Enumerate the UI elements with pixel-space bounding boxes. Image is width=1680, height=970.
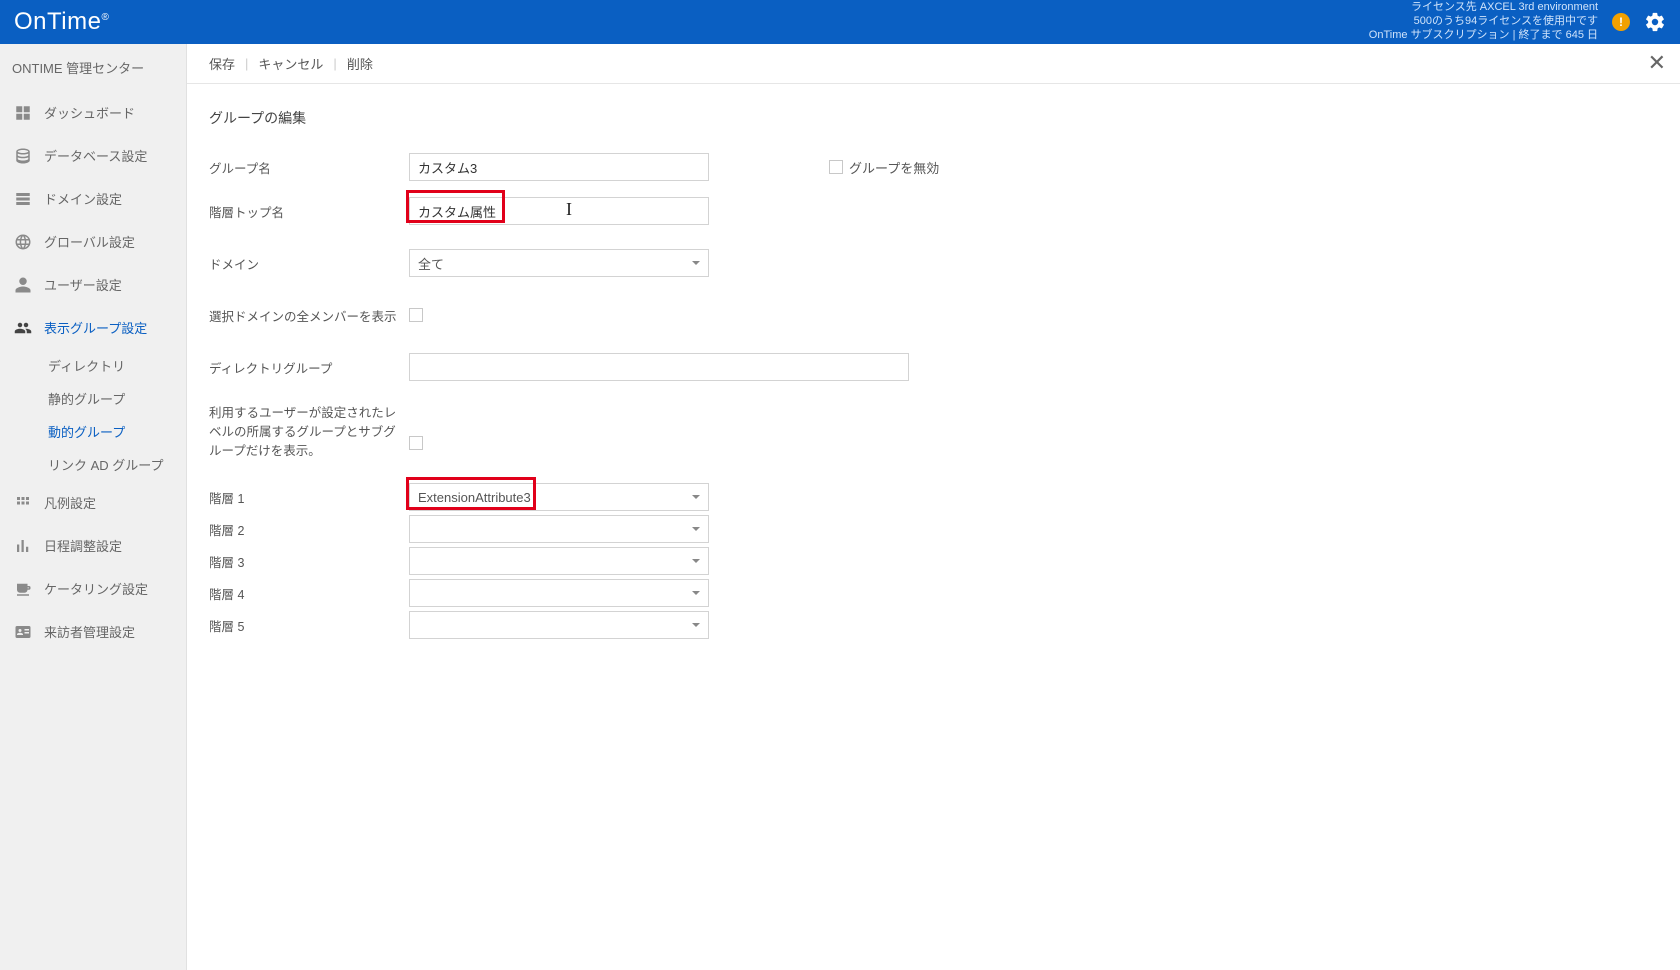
sidebar-item-label: 来訪者管理設定 <box>44 622 135 641</box>
label-domain: ドメイン <box>209 254 409 273</box>
sidebar-item-display-group[interactable]: 表示グループ設定 <box>0 306 186 349</box>
sidebar-item-label: ユーザー設定 <box>44 275 122 294</box>
license-info: ライセンス先 AXCEL 3rd environment 500のうち94ライセ… <box>1369 1 1598 42</box>
sidebar-item-label: ケータリング設定 <box>44 579 148 598</box>
label-show-all-members: 選択ドメインの全メンバーを表示 <box>209 306 409 325</box>
form-content: グループの編集 グループ名 グループを無効 階層トップ名 ドメイン 全て <box>187 84 1680 666</box>
sidebar-item-domain[interactable]: ドメイン設定 <box>0 177 186 220</box>
sidebar-item-label: 表示グループ設定 <box>44 318 147 337</box>
tier3-select[interactable] <box>409 547 709 575</box>
tier5-select[interactable] <box>409 611 709 639</box>
sidebar-item-user[interactable]: ユーザー設定 <box>0 263 186 306</box>
group-name-input[interactable] <box>409 153 709 181</box>
sidebar-item-visitor[interactable]: 来訪者管理設定 <box>0 610 186 653</box>
tier1-selected: ExtensionAttribute3 <box>418 490 531 505</box>
sidebar-item-label: グローバル設定 <box>44 232 135 251</box>
tier4-select[interactable] <box>409 579 709 607</box>
sidebar-item-catering[interactable]: ケータリング設定 <box>0 567 186 610</box>
sidebar-item-label: ドメイン設定 <box>44 189 122 208</box>
tier2-select[interactable] <box>409 515 709 543</box>
sidebar-item-legend[interactable]: 凡例設定 <box>0 481 186 524</box>
globe-icon <box>14 233 32 251</box>
sidebar-sub-dynamic-group[interactable]: 動的グループ <box>48 415 186 448</box>
level-restrict-checkbox[interactable] <box>409 436 423 450</box>
coffee-icon <box>14 580 32 598</box>
sidebar-sub-static-group[interactable]: 静的グループ <box>48 382 186 415</box>
sidebar-subitems: ディレクトリ 静的グループ 動的グループ リンク AD グループ <box>0 349 186 481</box>
sidebar-sub-link-ad-group[interactable]: リンク AD グループ <box>48 448 186 481</box>
main-panel: ✕ 保存 | キャンセル | 削除 グループの編集 グループ名 グループを無効 … <box>187 44 1680 970</box>
group-icon <box>14 319 32 337</box>
sidebar-sub-directory[interactable]: ディレクトリ <box>48 349 186 382</box>
label-level-note: 利用するユーザーが設定されたレベルの所属するグループとサブグループだけを表示。 <box>209 404 409 460</box>
label-directory-group: ディレクトリグループ <box>209 358 409 377</box>
badge-icon <box>14 623 32 641</box>
disable-group-checkbox[interactable] <box>829 160 843 174</box>
server-icon <box>14 190 32 208</box>
label-disable-group: グループを無効 <box>849 158 939 177</box>
database-icon <box>14 147 32 165</box>
sidebar-item-label: ダッシュボード <box>44 103 135 122</box>
save-button[interactable]: 保存 <box>209 54 235 73</box>
chart-icon <box>14 537 32 555</box>
sidebar-item-database[interactable]: データベース設定 <box>0 134 186 177</box>
delete-button[interactable]: 削除 <box>347 54 373 73</box>
sidebar-item-schedule[interactable]: 日程調整設定 <box>0 524 186 567</box>
domain-selected: 全て <box>418 254 444 273</box>
label-group-name: グループ名 <box>209 158 409 177</box>
user-icon <box>14 276 32 294</box>
warning-badge-icon[interactable]: ! <box>1612 13 1630 31</box>
gear-icon[interactable] <box>1644 11 1666 33</box>
label-tier4: 階層 4 <box>209 584 409 603</box>
label-tier3: 階層 3 <box>209 552 409 571</box>
license-line3: OnTime サブスクリプション | 終了まで 645 日 <box>1369 29 1598 43</box>
top-name-input[interactable] <box>409 197 709 225</box>
show-all-members-checkbox[interactable] <box>409 308 423 322</box>
sidebar-title: ONTIME 管理センター <box>0 44 186 91</box>
license-line1: ライセンス先 AXCEL 3rd environment <box>1369 1 1598 15</box>
tier1-select[interactable]: ExtensionAttribute3 <box>409 483 709 511</box>
sidebar: ONTIME 管理センター ダッシュボード データベース設定 ドメイン設定 グロ… <box>0 44 187 970</box>
logo-text: OnTime <box>14 8 101 35</box>
cancel-button[interactable]: キャンセル <box>258 54 323 73</box>
app-logo: OnTime® <box>14 8 109 36</box>
dashboard-icon <box>14 104 32 122</box>
top-bar: OnTime® ライセンス先 AXCEL 3rd environment 500… <box>0 0 1680 44</box>
text-cursor-icon <box>569 202 570 219</box>
sidebar-item-dashboard[interactable]: ダッシュボード <box>0 91 186 134</box>
toolbar: 保存 | キャンセル | 削除 <box>187 44 1680 84</box>
sidebar-item-global[interactable]: グローバル設定 <box>0 220 186 263</box>
registered-mark: ® <box>101 12 109 23</box>
section-title: グループの編集 <box>209 108 1658 128</box>
sidebar-item-label: 日程調整設定 <box>44 536 122 555</box>
toolbar-separator: | <box>245 56 248 71</box>
directory-group-input[interactable] <box>409 353 909 381</box>
label-tier2: 階層 2 <box>209 520 409 539</box>
toolbar-separator: | <box>333 56 336 71</box>
label-tier1: 階層 1 <box>209 488 409 507</box>
sidebar-item-label: 凡例設定 <box>44 493 96 512</box>
sidebar-item-label: データベース設定 <box>44 146 147 165</box>
legend-icon <box>14 494 32 512</box>
label-top-name: 階層トップ名 <box>209 202 409 221</box>
label-tier5: 階層 5 <box>209 616 409 635</box>
close-icon[interactable]: ✕ <box>1648 52 1666 74</box>
domain-select[interactable]: 全て <box>409 249 709 277</box>
license-line2: 500のうち94ライセンスを使用中です <box>1369 15 1598 29</box>
